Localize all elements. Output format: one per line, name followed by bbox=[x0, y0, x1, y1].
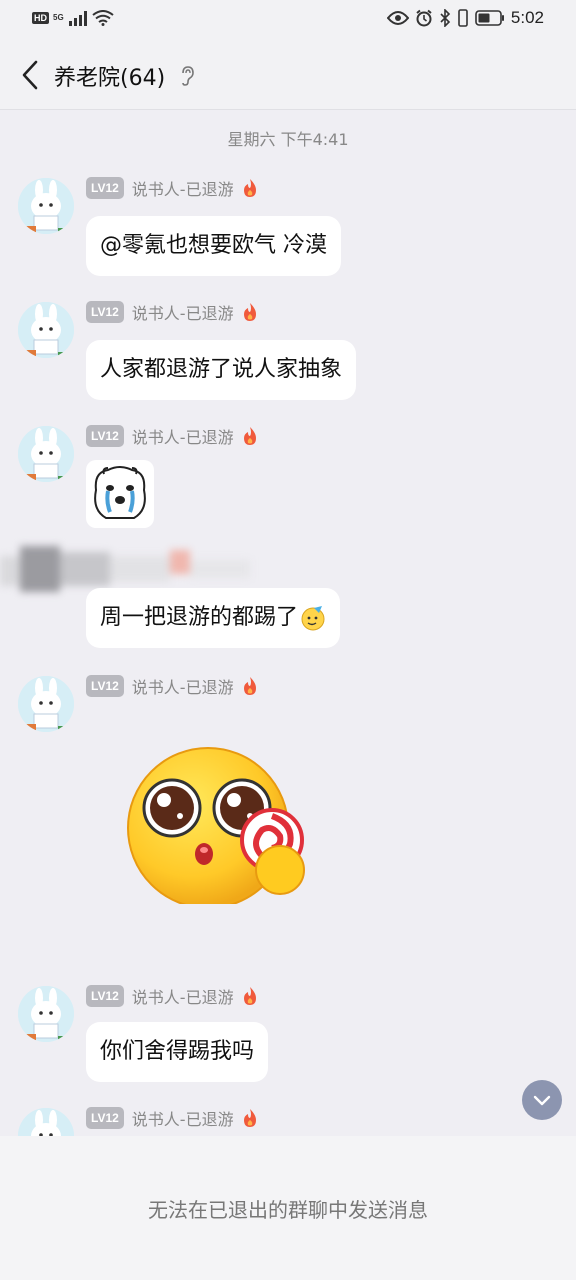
chat-title[interactable]: 养老院(64) bbox=[54, 60, 165, 92]
ear-icon[interactable] bbox=[180, 66, 194, 86]
fire-icon bbox=[243, 1109, 256, 1127]
level-badge: LV12 bbox=[86, 425, 124, 447]
lollipop-emoji-sticker[interactable] bbox=[122, 744, 312, 904]
eye-icon bbox=[386, 11, 409, 25]
level-badge: LV12 bbox=[86, 177, 124, 199]
avatar[interactable] bbox=[18, 676, 74, 732]
sender-name[interactable]: 说书人-已退游 bbox=[132, 674, 234, 698]
rabbit-avatar-icon bbox=[18, 178, 74, 234]
message-bubble[interactable]: @零氪也想要欧气 冷漠 bbox=[86, 216, 341, 276]
fire-icon bbox=[243, 677, 256, 695]
fire-icon bbox=[243, 303, 256, 321]
signal-icon bbox=[68, 11, 87, 26]
level-badge: LV12 bbox=[86, 301, 124, 323]
chat-header: 养老院(64) bbox=[0, 40, 576, 110]
sender-name[interactable]: 说书人-已退游 bbox=[132, 176, 234, 200]
scroll-to-bottom-button[interactable] bbox=[522, 1080, 562, 1120]
avatar[interactable] bbox=[18, 178, 74, 234]
blurred-sender-info bbox=[0, 546, 250, 592]
message-item: LV12 说书人-已退游 bbox=[0, 1106, 576, 1136]
rabbit-avatar-icon bbox=[18, 302, 74, 358]
crying-bear-icon bbox=[94, 466, 146, 519]
message-bubble[interactable]: 人家都退游了说人家抽象 bbox=[86, 340, 357, 400]
alarm-icon bbox=[416, 9, 432, 27]
cannot-send-notice: 无法在已退出的群聊中发送消息 bbox=[148, 1198, 428, 1222]
fire-icon bbox=[243, 987, 256, 1005]
network-label: 5G bbox=[53, 13, 64, 22]
back-icon[interactable] bbox=[18, 58, 42, 92]
wifi-icon bbox=[92, 10, 114, 26]
rabbit-avatar-icon bbox=[18, 676, 74, 732]
hd-icon: HD bbox=[32, 12, 49, 24]
fire-icon bbox=[243, 427, 256, 445]
avatar[interactable] bbox=[18, 302, 74, 358]
message-bubble[interactable]: 周一把退游的都踢了 bbox=[86, 588, 341, 648]
battery-icon bbox=[475, 10, 504, 26]
sender-name[interactable]: 说书人-已退游 bbox=[132, 300, 234, 324]
status-bar: HD 5G 5:02 bbox=[0, 0, 576, 40]
chevron-down-icon bbox=[533, 1095, 551, 1106]
bluetooth-icon bbox=[440, 9, 451, 27]
sender-name[interactable]: 说书人-已退游 bbox=[132, 1106, 234, 1130]
clock: 5:02 bbox=[510, 8, 544, 27]
level-badge: LV12 bbox=[86, 1107, 124, 1129]
level-badge: LV12 bbox=[86, 985, 124, 1007]
level-badge: LV12 bbox=[86, 675, 124, 697]
avatar[interactable] bbox=[18, 986, 74, 1042]
sender-name[interactable]: 说书人-已退游 bbox=[132, 424, 234, 448]
message-bubble[interactable]: 你们舍得踢我吗 bbox=[86, 1022, 269, 1082]
sender-name[interactable]: 说书人-已退游 bbox=[132, 984, 234, 1008]
crying-bear-sticker[interactable] bbox=[86, 460, 154, 528]
message-text: 周一把退游的都踢了 bbox=[100, 605, 299, 630]
rabbit-avatar-icon bbox=[18, 986, 74, 1042]
time-separator: 星期六 下午4:41 bbox=[227, 130, 349, 149]
input-area-disabled: 无法在已退出的群聊中发送消息 bbox=[0, 1136, 576, 1280]
avatar[interactable] bbox=[18, 1108, 74, 1136]
party-emoji-icon bbox=[301, 606, 325, 631]
fire-icon bbox=[243, 179, 256, 197]
rabbit-avatar-icon bbox=[18, 1108, 74, 1136]
rabbit-avatar-icon bbox=[18, 426, 74, 482]
vibrate-icon bbox=[458, 9, 468, 27]
avatar[interactable] bbox=[18, 426, 74, 482]
